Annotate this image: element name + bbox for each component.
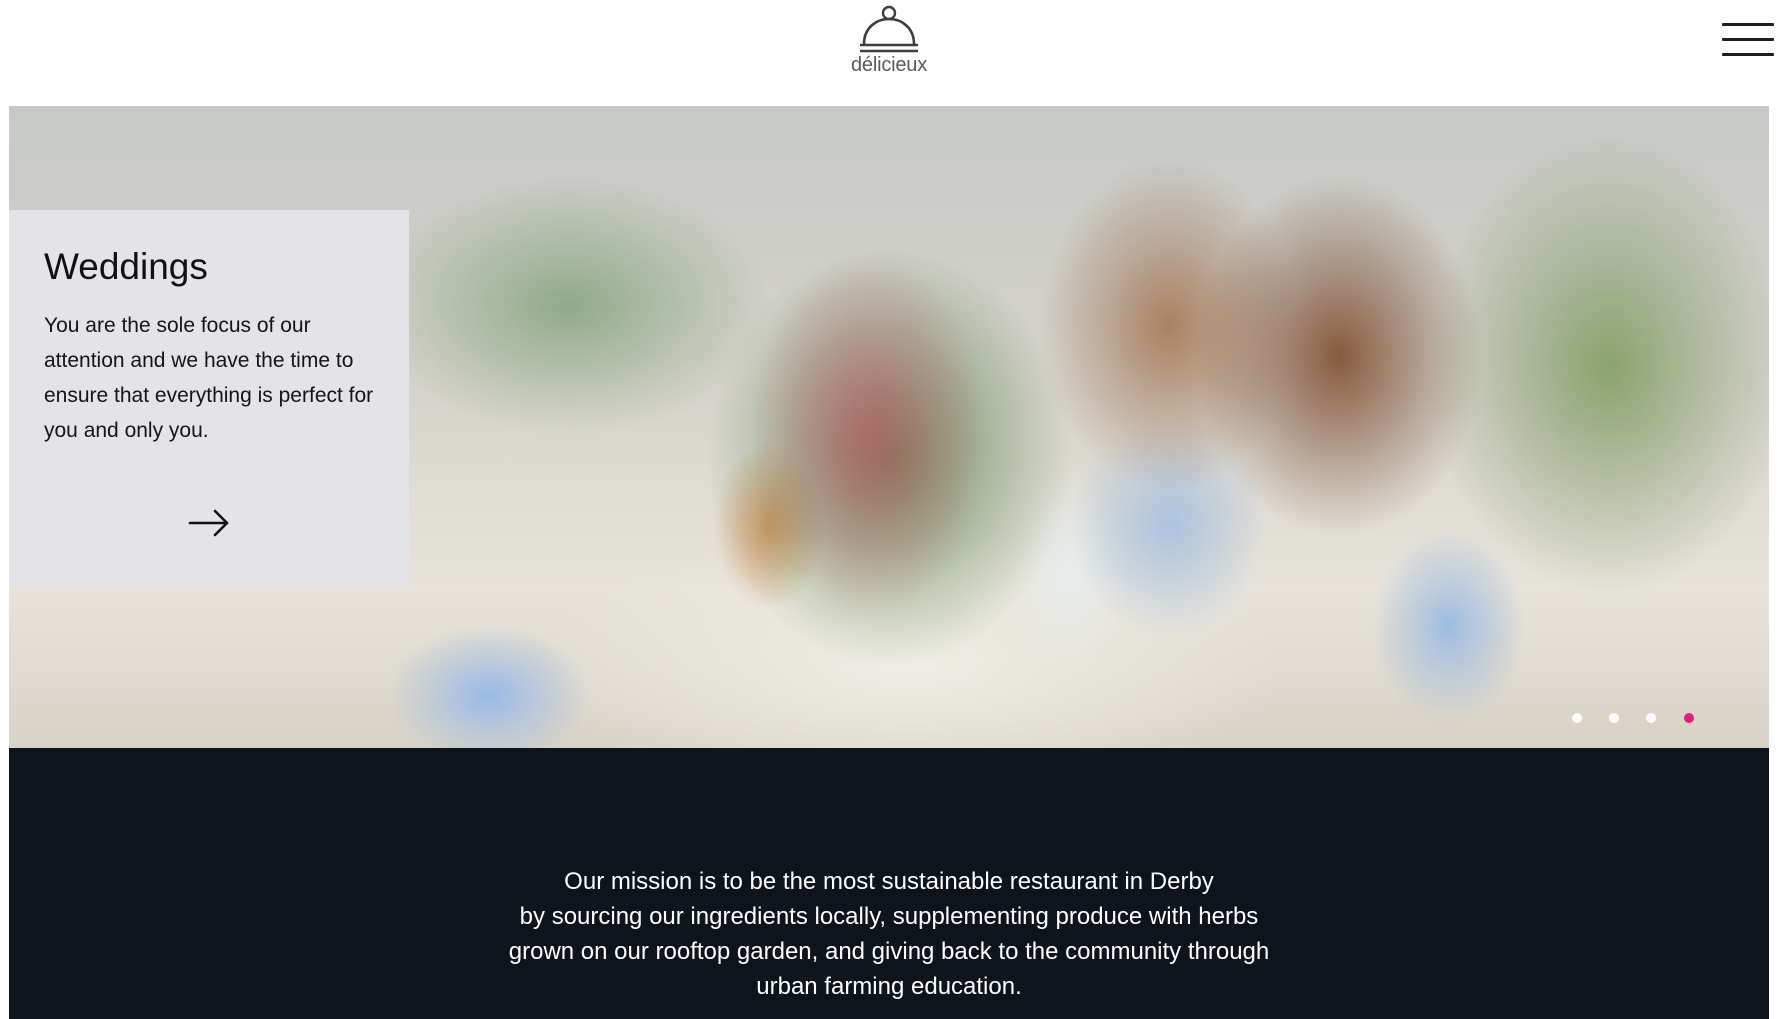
hero-card-title: Weddings (44, 246, 208, 287)
hamburger-menu-button[interactable] (1722, 23, 1774, 59)
brand-logo[interactable]: délicieux (839, 4, 939, 80)
carousel-dot[interactable] (1609, 713, 1619, 723)
mission-line: urban farming education. (756, 973, 1022, 1000)
hero-card-arrow-button[interactable] (188, 509, 230, 537)
hamburger-menu-icon-bar (1722, 38, 1774, 41)
site-header: délicieux (0, 0, 1778, 106)
hero-card-body: You are the sole focus of our attention … (44, 314, 374, 442)
hero-card: Weddings You are the sole focus of our a… (9, 210, 409, 585)
mission-statement: Our mission is to be the most sustainabl… (9, 864, 1769, 1004)
mission-line: Our mission is to be the most sustainabl… (564, 868, 1214, 895)
carousel-dot-active[interactable] (1684, 713, 1694, 723)
cloche-icon (860, 5, 918, 53)
brand-name: délicieux (850, 54, 928, 76)
hamburger-menu-icon (1722, 23, 1774, 26)
mission-line: by sourcing our ingredients locally, sup… (519, 903, 1259, 930)
mission-section: Our mission is to be the most sustainabl… (9, 748, 1769, 1019)
mission-line: grown on our rooftop garden, and giving … (508, 938, 1270, 965)
hero-carousel: Weddings You are the sole focus of our a… (9, 106, 1769, 748)
hamburger-menu-icon-bar (1722, 53, 1774, 56)
carousel-dot[interactable] (1646, 713, 1656, 723)
arrow-right-icon (188, 509, 229, 537)
carousel-dot[interactable] (1572, 713, 1582, 723)
